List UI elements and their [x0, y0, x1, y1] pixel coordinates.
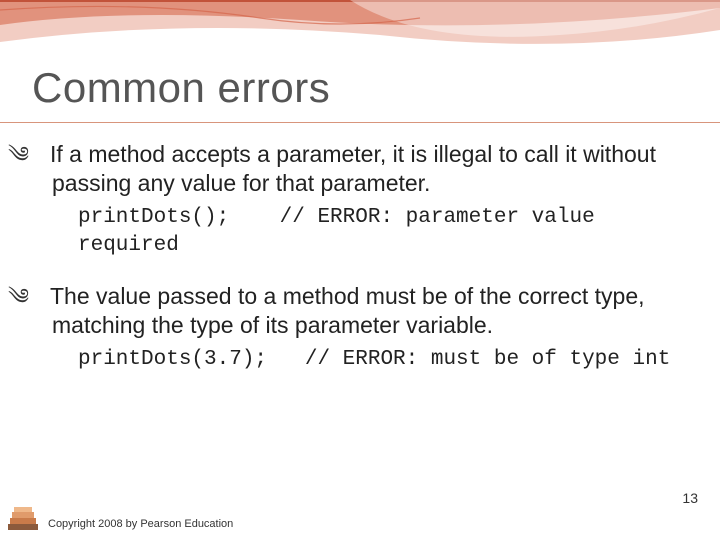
code-sample: printDots(); // ERROR: parameter value r… [30, 204, 690, 261]
slide-title: Common errors [32, 64, 330, 112]
bullet-body: The value passed to a method must be of … [50, 283, 645, 338]
bullet-item: ༄The value passed to a method must be of… [30, 282, 690, 374]
bullet-body: If a method accepts a parameter, it is i… [50, 141, 656, 196]
decorative-banner [0, 0, 720, 60]
code-sample: printDots(3.7); // ERROR: must be of typ… [30, 346, 690, 374]
book-stack-icon [6, 504, 42, 534]
page-number: 13 [682, 490, 698, 506]
swirl-bullet-icon: ༄ [30, 141, 50, 169]
bullet-text: ༄The value passed to a method must be of… [30, 282, 690, 340]
bullet-text: ༄If a method accepts a parameter, it is … [30, 140, 690, 198]
title-underline [0, 122, 720, 123]
copyright-text: Copyright 2008 by Pearson Education [48, 518, 233, 530]
content-area: ༄If a method accepts a parameter, it is … [30, 140, 690, 396]
swirl-bullet-icon: ༄ [30, 283, 50, 311]
bullet-item: ༄If a method accepts a parameter, it is … [30, 140, 690, 260]
